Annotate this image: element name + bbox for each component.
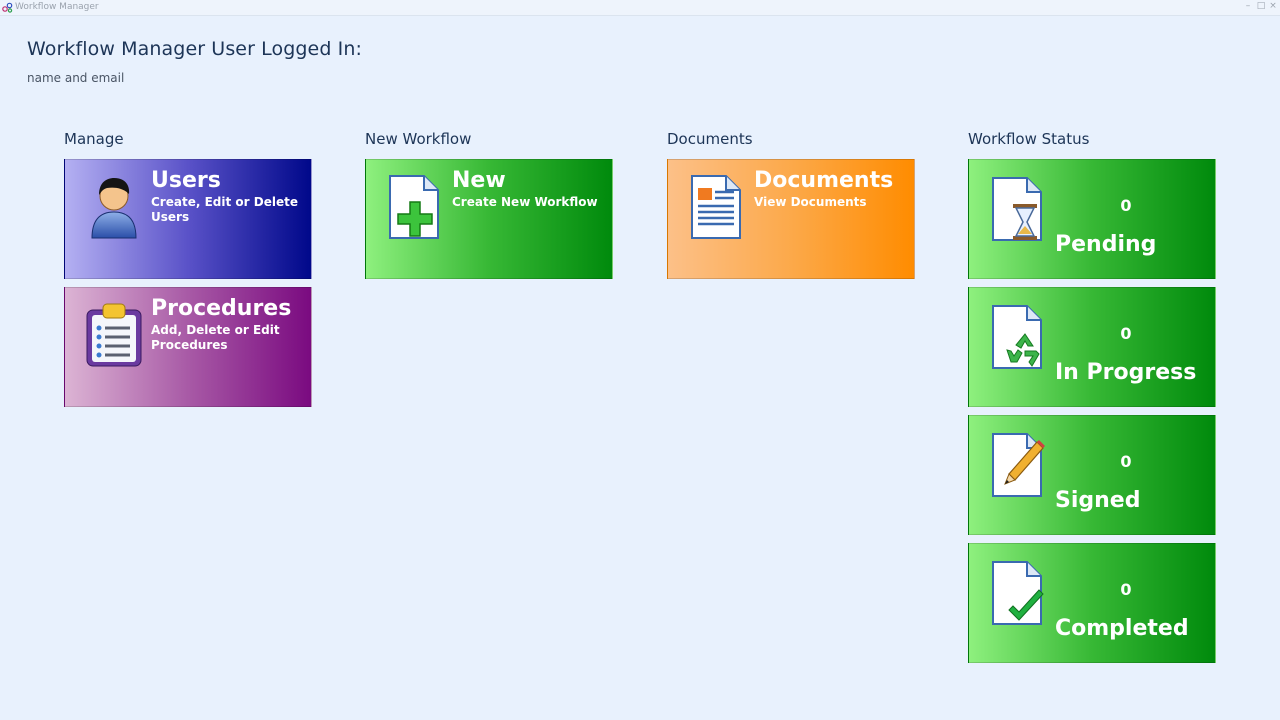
pending-label: Pending [1055,232,1157,257]
completed-count: 0 [1120,580,1132,599]
recycle-document-icon [992,305,1042,369]
documents-tile-description: View Documents [754,195,867,209]
in-progress-label: In Progress [1055,360,1197,385]
completed-label: Completed [1055,616,1189,641]
pending-count: 0 [1120,196,1132,215]
signed-count: 0 [1120,452,1132,471]
new-workflow-tile-title: New [452,168,506,193]
status-tile-in-progress[interactable]: 0 In Progress [968,287,1216,407]
status-tile-completed[interactable]: 0 Completed [968,543,1216,663]
users-tile-description: Create, Edit or Delete Users [151,195,298,224]
procedures-tile[interactable]: Procedures Add, Delete or Edit Procedure… [64,287,312,407]
user-icon [91,178,137,239]
section-heading-new-workflow: New Workflow [365,130,472,148]
users-tile-title: Users [151,168,221,193]
section-heading-manage: Manage [64,130,124,148]
new-workflow-tile[interactable]: New Create New Workflow [365,159,613,279]
procedures-tile-description: Add, Delete or Edit Procedures [151,323,280,352]
document-icon [691,175,741,239]
signed-label: Signed [1055,488,1141,513]
user-info: name and email [27,71,125,85]
pencil-document-icon [992,433,1045,497]
documents-tile[interactable]: Documents View Documents [667,159,915,279]
status-tile-pending[interactable]: 0 Pending [968,159,1216,279]
app-logo-icon [2,2,13,13]
clipboard-icon [86,303,142,367]
users-tile[interactable]: Users Create, Edit or Delete Users [64,159,312,279]
check-document-icon [992,561,1044,625]
maximize-button[interactable]: □ [1255,0,1267,14]
page-title: Workflow Manager User Logged In: [27,38,362,60]
new-document-icon [389,175,439,239]
documents-tile-title: Documents [754,168,894,193]
window-titlebar: Workflow Manager – □ × [0,0,1280,16]
status-tile-signed[interactable]: 0 Signed [968,415,1216,535]
new-workflow-tile-description: Create New Workflow [452,195,598,209]
section-heading-workflow-status: Workflow Status [968,130,1090,148]
hourglass-document-icon [992,177,1042,241]
in-progress-count: 0 [1120,324,1132,343]
close-button[interactable]: × [1267,0,1279,14]
minimize-button[interactable]: – [1242,0,1254,14]
section-heading-documents: Documents [667,130,753,148]
window-title: Workflow Manager [15,2,99,12]
procedures-tile-title: Procedures [151,296,292,321]
